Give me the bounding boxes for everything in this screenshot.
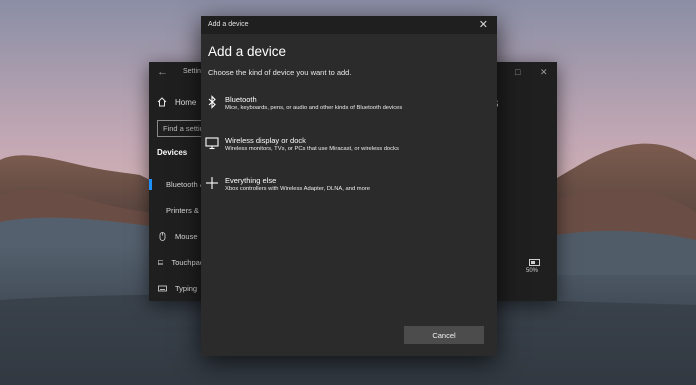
plus-icon bbox=[206, 177, 218, 189]
dialog-titlebar-text: Add a device bbox=[208, 21, 249, 28]
battery-tip bbox=[539, 261, 540, 264]
home-icon bbox=[157, 97, 167, 107]
option-everything-else[interactable]: Everything else Xbox controllers with Wi… bbox=[201, 176, 497, 206]
sidebar-item-typing[interactable]: Typing bbox=[149, 278, 204, 298]
option-description: Mice, keyboards, pens, or audio and othe… bbox=[225, 105, 403, 111]
option-title: Bluetooth bbox=[225, 95, 257, 104]
bluetooth-icon bbox=[208, 95, 216, 109]
sidebar-item-touchpad[interactable]: Touchpad bbox=[149, 252, 204, 272]
battery-percentage: 50% bbox=[526, 268, 539, 274]
sidebar-item-label: Mouse bbox=[175, 231, 198, 241]
settings-home-link[interactable]: Home bbox=[157, 97, 196, 107]
home-label: Home bbox=[175, 97, 197, 107]
option-description: Wireless monitors, TVs, or PCs that use … bbox=[225, 146, 399, 152]
option-bluetooth[interactable]: Bluetooth Mice, keyboards, pens, or audi… bbox=[201, 95, 497, 125]
close-icon[interactable]: ✕ bbox=[479, 18, 488, 31]
sidebar-item-label: Bluetooth & other devices bbox=[166, 179, 204, 189]
touchpad-icon bbox=[158, 259, 164, 265]
sidebar-item-printers[interactable]: Printers & scanners bbox=[149, 200, 204, 220]
keyboard-icon bbox=[158, 285, 167, 291]
maximize-icon[interactable]: □ bbox=[515, 67, 520, 77]
option-wireless-display[interactable]: Wireless display or dock Wireless monito… bbox=[201, 136, 497, 166]
option-title: Wireless display or dock bbox=[225, 136, 306, 145]
monitor-icon bbox=[205, 137, 219, 150]
settings-section-title: Devices bbox=[157, 148, 188, 157]
sidebar-item-bluetooth[interactable]: Bluetooth & other devices bbox=[149, 174, 204, 194]
dialog-subtitle: Choose the kind of device you want to ad… bbox=[208, 68, 352, 77]
sidebar-item-label: Typing bbox=[175, 283, 198, 293]
sidebar-item-label: Printers & scanners bbox=[166, 205, 204, 215]
dialog-titlebar: Add a device ✕ bbox=[201, 16, 497, 34]
dialog-heading: Add a device bbox=[208, 44, 287, 59]
sidebar-item-label: Touchpad bbox=[171, 257, 204, 267]
option-description: Xbox controllers with Wireless Adapter, … bbox=[225, 186, 370, 192]
sidebar-item-mouse[interactable]: Mouse bbox=[149, 226, 204, 246]
mouse-icon bbox=[159, 231, 166, 241]
option-title: Everything else bbox=[225, 176, 277, 185]
cancel-button[interactable]: Cancel bbox=[404, 326, 484, 344]
close-icon[interactable]: ✕ bbox=[540, 67, 548, 77]
add-device-dialog: Add a device ✕ Add a device Choose the k… bbox=[201, 16, 497, 356]
back-arrow-icon[interactable]: ← bbox=[157, 66, 168, 78]
